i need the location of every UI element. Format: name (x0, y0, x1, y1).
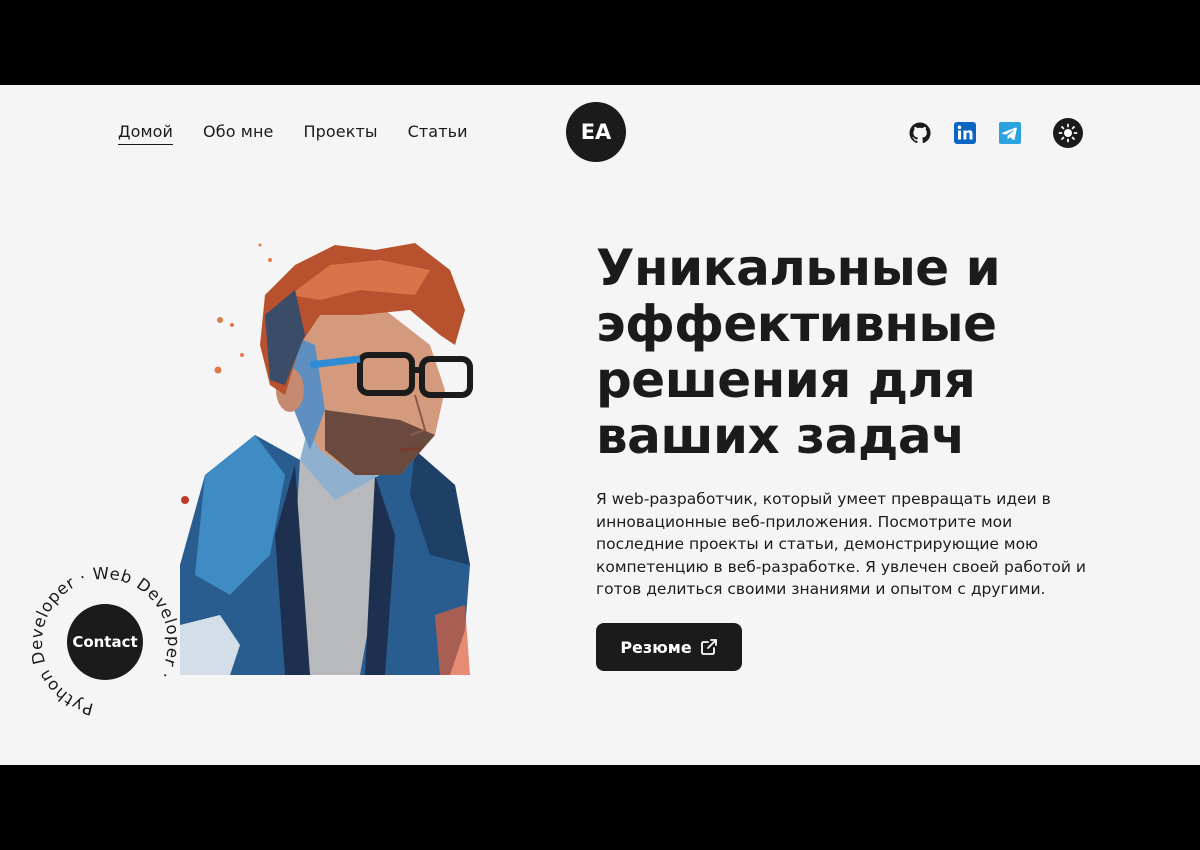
contact-button[interactable]: Contact (67, 604, 143, 680)
linkedin-icon[interactable] (953, 121, 977, 145)
developer-portrait (180, 243, 473, 675)
nav-link-about[interactable]: Обо мне (203, 122, 273, 145)
external-link-icon (700, 639, 717, 655)
theme-toggle-button[interactable] (1053, 118, 1083, 148)
social-links (908, 117, 1083, 148)
nav-link-home[interactable]: Домой (118, 122, 174, 145)
resume-button[interactable]: Резюме (596, 623, 742, 671)
hero-title: Уникальные и эффективные решения для ваш… (596, 240, 1066, 464)
github-icon[interactable] (908, 121, 932, 145)
page: Домой Обо мне Проекты Статьи EA Python D… (0, 85, 1200, 765)
contact-badge: Python Developer · Web Developer · Conta… (30, 567, 180, 717)
sun-icon (1058, 123, 1078, 143)
hero-title-line: ваших задач (596, 407, 965, 465)
main-nav: Домой Обо мне Проекты Статьи (118, 122, 468, 145)
nav-link-projects[interactable]: Проекты (303, 122, 377, 145)
hero-title-line: Уникальные и (596, 239, 1001, 297)
hero-title-line: эффективные (596, 295, 997, 353)
logo[interactable]: EA (566, 102, 626, 162)
hero-description: Я web-разработчик, который умеет превращ… (596, 490, 1086, 599)
telegram-icon[interactable] (998, 121, 1022, 145)
nav-link-articles[interactable]: Статьи (408, 122, 468, 145)
hero-title-line: решения для (596, 351, 976, 409)
resume-button-label: Резюме (620, 637, 692, 657)
